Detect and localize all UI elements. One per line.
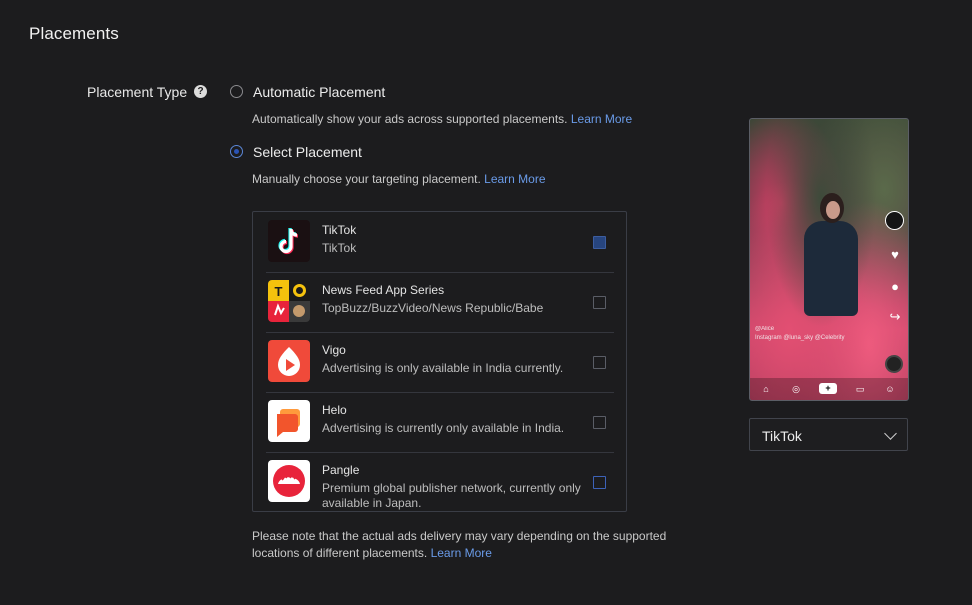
preview-model-image xyxy=(800,193,860,343)
automatic-placement-radio[interactable] xyxy=(230,85,243,98)
select-placement-learn-more-link[interactable]: Learn More xyxy=(484,172,545,186)
preview-placement-value: TikTok xyxy=(762,428,802,444)
automatic-placement-label[interactable]: Automatic Placement xyxy=(253,84,385,100)
select-placement-description: Manually choose your targeting placement… xyxy=(252,172,546,186)
profile-icon: ☺ xyxy=(885,384,895,394)
home-icon: ⌂ xyxy=(763,384,769,394)
placement-subtitle: TopBuzz/BuzzVideo/News Republic/Babe xyxy=(322,301,544,315)
tiktok-logo-icon xyxy=(268,220,310,262)
placement-list: TikTok TikTok T News Feed App Series Top… xyxy=(252,211,627,512)
share-icon: ↪ xyxy=(889,309,901,324)
placement-subtitle: TikTok xyxy=(322,241,357,255)
news-feed-checkbox[interactable] xyxy=(593,296,606,309)
section-title: Placements xyxy=(29,24,119,43)
vigo-checkbox[interactable] xyxy=(593,356,606,369)
music-disc-icon xyxy=(885,355,903,373)
placement-row-helo[interactable]: Helo Advertising is currently only avail… xyxy=(266,392,614,453)
placement-name: Vigo xyxy=(322,343,346,357)
placement-name: Pangle xyxy=(322,463,360,477)
placement-name: TikTok xyxy=(322,223,357,237)
helo-logo-icon xyxy=(268,400,310,442)
chevron-down-icon xyxy=(884,427,897,440)
placement-name: News Feed App Series xyxy=(322,283,445,297)
placement-row-pangle[interactable]: Pangle Premium global publisher network,… xyxy=(266,452,614,511)
profile-avatar-icon xyxy=(885,211,904,230)
pangle-checkbox[interactable] xyxy=(593,476,606,489)
preview-nav-bar: ⌂ ◎ + ▭ ☺ xyxy=(750,378,908,400)
placement-subtitle: Premium global publisher network, curren… xyxy=(322,481,581,510)
select-placement-radio[interactable] xyxy=(230,145,243,158)
preview-caption-handle: @Alice xyxy=(755,326,775,332)
delivery-note-learn-more-link[interactable]: Learn More xyxy=(431,546,492,560)
heart-icon: ♥ xyxy=(891,247,899,262)
preview-caption-text: Instagram @luna_sky @Celebrity xyxy=(755,335,845,341)
delivery-note: Please note that the actual ads delivery… xyxy=(252,528,692,562)
preview-placement-select[interactable]: TikTok xyxy=(749,418,908,451)
inbox-icon: ▭ xyxy=(855,384,865,394)
create-icon: + xyxy=(819,383,837,394)
placement-row-news-feed[interactable]: T News Feed App Series TopBuzz/BuzzVideo… xyxy=(266,272,614,333)
placement-row-vigo[interactable]: Vigo Advertising is only available in In… xyxy=(266,332,614,393)
vigo-logo-icon xyxy=(268,340,310,382)
placement-subtitle: Advertising is only available in India c… xyxy=(322,361,564,375)
preview-caption: @Alice Instagram @luna_sky @Celebrity xyxy=(755,325,845,343)
discover-icon: ◎ xyxy=(792,384,800,394)
automatic-placement-learn-more-link[interactable]: Learn More xyxy=(571,112,632,126)
pangle-logo-icon xyxy=(268,460,310,502)
automatic-placement-description-text: Automatically show your ads across suppo… xyxy=(252,112,568,126)
select-placement-label[interactable]: Select Placement xyxy=(253,144,362,160)
ad-preview-phone: ♥ ● ↪ @Alice Instagram @luna_sky @Celebr… xyxy=(749,118,909,401)
placement-type-label: Placement Type xyxy=(87,84,188,100)
placement-name: Helo xyxy=(322,403,347,417)
tiktok-checkbox[interactable] xyxy=(593,236,606,249)
comment-icon: ● xyxy=(891,279,899,294)
placement-row-tiktok[interactable]: TikTok TikTok xyxy=(266,212,614,273)
svg-text:T: T xyxy=(275,284,283,299)
helo-checkbox[interactable] xyxy=(593,416,606,429)
news-feed-app-series-icon: T xyxy=(268,280,310,322)
placement-subtitle: Advertising is currently only available … xyxy=(322,421,565,435)
select-placement-description-text: Manually choose your targeting placement… xyxy=(252,172,481,186)
automatic-placement-description: Automatically show your ads across suppo… xyxy=(252,112,632,126)
help-icon[interactable]: ? xyxy=(194,85,207,98)
